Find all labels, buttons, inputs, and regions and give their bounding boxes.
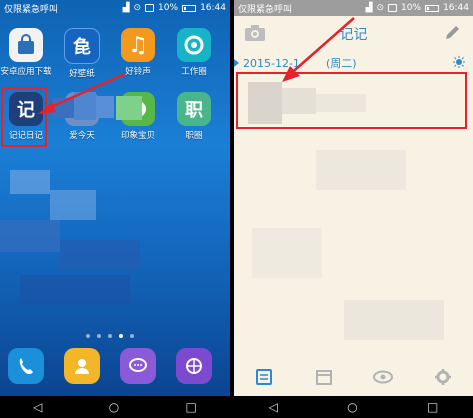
edit-icon[interactable] (443, 24, 461, 46)
home-icon[interactable]: ○ (347, 400, 357, 414)
shopping-bag-icon (9, 28, 43, 62)
page-indicator (86, 334, 134, 338)
status-bar: 仅限紧急呼叫 ▟ ⊙ 10% 16:44 (234, 0, 473, 16)
dock-browser[interactable] (168, 348, 220, 384)
battery-icon (182, 4, 197, 12)
app-label: 爱今天 (69, 131, 95, 141)
eye-icon[interactable] (373, 367, 394, 387)
app-label: 印象宝贝 (120, 131, 155, 141)
recents-icon[interactable]: □ (427, 400, 438, 414)
status-bar: 仅限紧急呼叫 ▟ ⊙ 10% 16:44 (0, 0, 230, 16)
no-sim-icon (388, 4, 398, 12)
nav-bar: ◁ ○ □ (0, 396, 230, 418)
dock-contacts[interactable] (56, 348, 108, 384)
carrier-text: 仅限紧急呼叫 (238, 4, 293, 15)
mosaic-block (60, 240, 140, 270)
contacts-icon (64, 348, 100, 384)
battery-percent: 10% (401, 3, 422, 13)
pointer-arrow-icon (38, 72, 126, 114)
carrier-text: 仅限紧急呼叫 (4, 4, 59, 15)
home-icon[interactable]: ○ (109, 400, 119, 414)
app-label: 职圈 (185, 131, 203, 141)
mosaic-block (0, 220, 60, 252)
mosaic-block (50, 190, 96, 220)
mosaic-block (316, 94, 366, 112)
work-circle-icon (177, 28, 211, 62)
no-sim-icon (145, 4, 155, 12)
alarm-icon: ⊙ (376, 3, 385, 13)
clock: 16:44 (200, 3, 226, 13)
music-note-icon: ♫ (121, 28, 155, 62)
battery-icon (425, 4, 440, 12)
browser-icon (176, 348, 212, 384)
dock-messages[interactable] (112, 348, 164, 384)
calendar-icon[interactable] (314, 367, 334, 387)
mosaic-block (10, 170, 50, 194)
mosaic-block (344, 300, 444, 340)
diary-screen: 仅限紧急呼叫 ▟ ⊙ 10% 16:44 记记 2015-12-1 (周二) ◁… (234, 0, 473, 418)
back-icon[interactable]: ◁ (269, 400, 278, 414)
dock-phone[interactable] (0, 348, 52, 384)
camera-icon[interactable] (244, 24, 266, 46)
phone-icon (8, 348, 44, 384)
nav-bar: ◁ ○ □ (234, 396, 473, 418)
home-screen: 仅限紧急呼叫 ▟ ⊙ 10% 16:44 安卓应用下载 㲋 好壁纸 ♫ 好铃声 … (0, 0, 230, 418)
alarm-icon: ⊙ (133, 3, 142, 13)
clock: 16:44 (443, 3, 469, 13)
mosaic-block (248, 82, 282, 124)
mosaic-block (316, 150, 406, 190)
diary-list-icon[interactable] (254, 367, 274, 387)
battery-percent: 10% (158, 3, 179, 13)
message-icon (120, 348, 156, 384)
mosaic-block (252, 228, 322, 278)
app-job-circle[interactable]: 职 职圈 (168, 92, 220, 141)
expand-arrow-icon (234, 59, 239, 67)
mosaic-block (20, 275, 130, 305)
back-icon[interactable]: ◁ (33, 400, 42, 414)
mosaic-block (282, 88, 316, 114)
recents-icon[interactable]: □ (186, 400, 197, 414)
wallpaper-icon: 㲋 (64, 28, 100, 64)
app-work-circle[interactable]: 工作圈 (168, 28, 220, 77)
signal-icon: ▟ (365, 3, 373, 13)
sun-weather-icon (453, 55, 465, 71)
signal-icon: ▟ (122, 3, 130, 13)
pointer-arrow-icon (282, 17, 355, 82)
app-label: 工作圈 (181, 67, 207, 77)
job-circle-icon: 职 (177, 92, 211, 126)
bottom-toolbar (234, 358, 473, 396)
gear-icon[interactable] (433, 367, 453, 387)
